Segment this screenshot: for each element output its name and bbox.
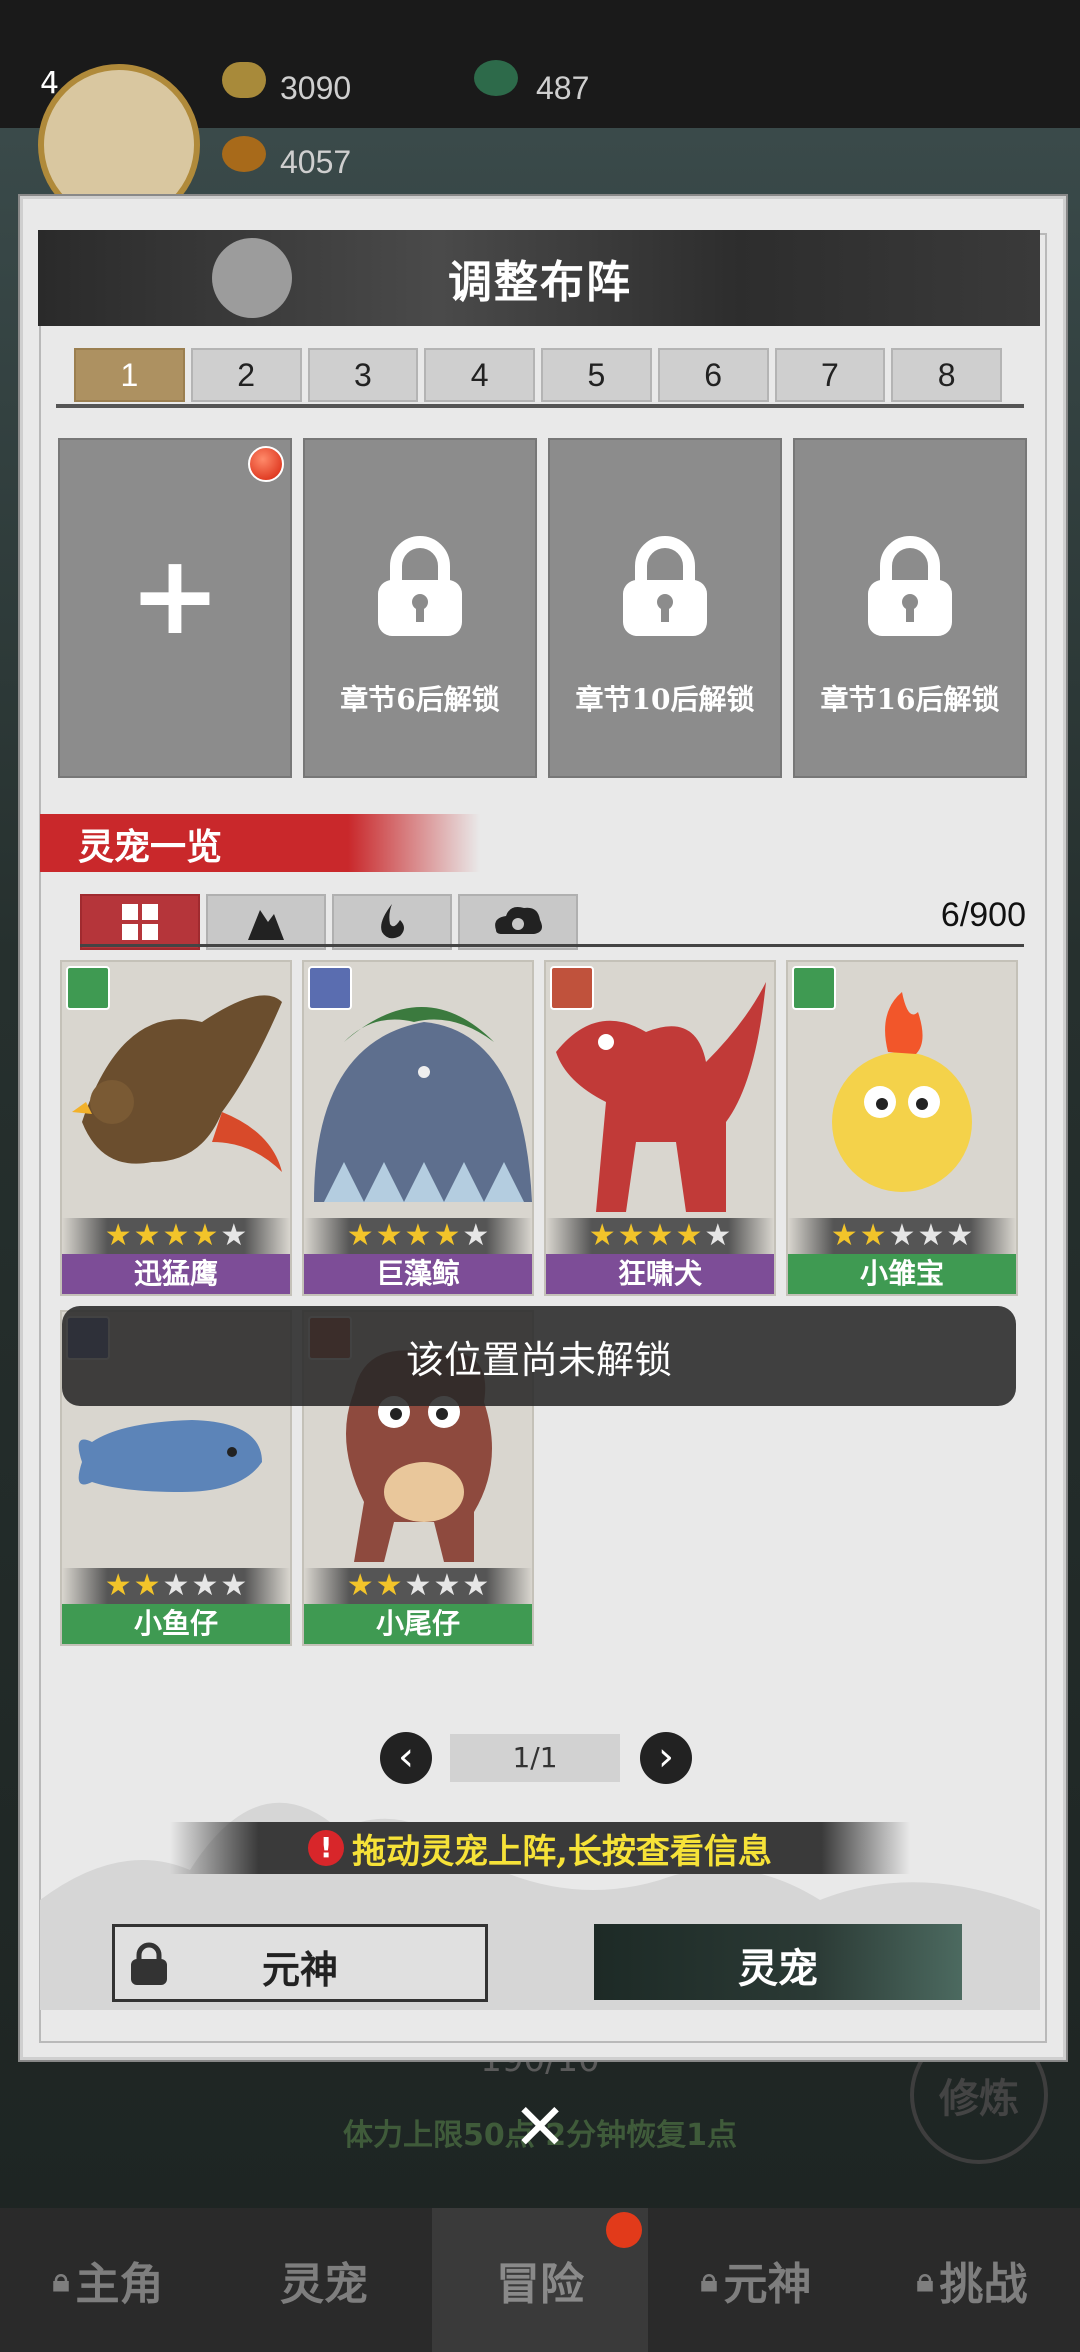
formation-tabs: 1 2 3 4 5 6 7 8 <box>74 348 1002 402</box>
star-rating: ★ ★ ★ ★ ★ <box>62 1218 290 1254</box>
bottom-nav: 🔒︎ 主角 灵宠 冒险 🔒︎ 元神 🔒︎ 挑战 <box>0 2208 1080 2352</box>
tab-5[interactable]: 5 <box>541 348 652 402</box>
player-level: 4 <box>40 66 60 101</box>
filter-wind[interactable] <box>458 894 578 950</box>
pet-name: 小鱼仔 <box>62 1604 290 1644</box>
lock-icon: 🔒︎ <box>916 2260 934 2299</box>
tab-6[interactable]: 6 <box>657 348 769 402</box>
pet-name: 小尾仔 <box>304 1604 532 1644</box>
notification-dot <box>248 446 284 482</box>
water-element-icon <box>381 904 404 939</box>
star-rating: ★ ★ ★ ★ ★ <box>62 1568 290 1604</box>
filter-all[interactable] <box>80 894 200 950</box>
formation-slot-locked[interactable]: 章节10后解锁 <box>548 438 782 778</box>
tab-1[interactable]: 1 <box>74 348 185 402</box>
exclamation-icon: ! <box>308 1830 345 1866</box>
dialog-title: 调整布阵 <box>448 257 632 308</box>
formation-slot-add[interactable]: + <box>58 438 292 778</box>
star-rating: ★ ★ ★ ★ ★ <box>546 1218 774 1254</box>
section-title: 灵宠一览 <box>78 826 223 868</box>
filter-divider <box>80 944 1024 947</box>
nav-hero-label: 主角 <box>75 2259 164 2310</box>
jade-icon <box>474 60 518 96</box>
train-label: 修炼 <box>939 2075 1019 2122</box>
formation-slot-locked[interactable]: 章节16后解锁 <box>793 438 1027 778</box>
tab-2[interactable]: 2 <box>190 348 302 402</box>
jade-amount: 487 <box>536 70 590 106</box>
wind-element-badge <box>66 966 110 1010</box>
formation-slot-locked[interactable]: 章节6后解锁 <box>303 438 537 778</box>
gold-amount: 3090 <box>280 70 352 106</box>
prev-page-icon[interactable]: ‹ <box>380 1732 432 1784</box>
slot-unlock-label: 章节16后解锁 <box>820 683 1000 716</box>
fire-element-badge <box>550 966 594 1010</box>
mountain-element-icon <box>248 910 284 940</box>
star-rating: ★ ★ ★ ★ ★ <box>788 1218 1016 1254</box>
lock-icon: 🔒︎ <box>700 2260 718 2299</box>
slot-unlock-label: 章节6后解锁 <box>340 683 500 716</box>
hint-banner: ! 拖动灵宠上阵,长按查看信息 <box>170 1822 910 1874</box>
tab-7[interactable]: 7 <box>774 348 886 402</box>
close-icon[interactable]: ✕ <box>512 2096 568 2160</box>
nav-challenge[interactable]: 🔒︎ 挑战 <box>864 2208 1080 2352</box>
nav-pet[interactable]: 灵宠 <box>216 2208 432 2352</box>
pet-name: 巨藻鲸 <box>304 1254 532 1294</box>
pet-count: 6/900 <box>940 896 1026 934</box>
tab-3[interactable]: 3 <box>307 348 419 402</box>
star-rating: ★ ★ ★ ★ ★ <box>304 1218 532 1254</box>
page-indicator: 1/1 <box>450 1734 620 1782</box>
pet-card[interactable]: ★ ★ ★ ★ ★ 迅猛鹰 <box>60 960 292 1296</box>
unlock-toast: 该位置尚未解锁 <box>62 1306 1016 1406</box>
gold-ingot-icon <box>222 62 266 98</box>
pet-name: 小雏宝 <box>788 1254 1016 1294</box>
pet-card[interactable]: ★ ★ ★ ★ ★ 小雏宝 <box>786 960 1018 1296</box>
pet-button-label: 灵宠 <box>738 1945 818 1992</box>
filter-earth[interactable] <box>206 894 326 950</box>
notification-dot <box>606 2212 642 2248</box>
nav-pet-label: 灵宠 <box>280 2259 368 2310</box>
plus-icon: + <box>128 531 222 659</box>
soul-button[interactable]: 元神 <box>112 1924 488 2002</box>
next-page-icon[interactable]: › <box>640 1732 692 1784</box>
padlock-icon <box>868 536 952 636</box>
nav-challenge-label: 挑战 <box>939 2259 1028 2310</box>
filter-water[interactable] <box>332 894 452 950</box>
tab-8[interactable]: 8 <box>891 348 1002 402</box>
fire-icon <box>222 136 266 172</box>
wind-element-badge <box>792 966 836 1010</box>
nav-soul-label: 元神 <box>723 2259 812 2310</box>
hint-text: 拖动灵宠上阵,长按查看信息 <box>352 1831 772 1872</box>
tab-divider <box>56 404 1024 408</box>
pet-card[interactable]: ★ ★ ★ ★ ★ 狂啸犬 <box>544 960 776 1296</box>
pet-card[interactable]: ★ ★ ★ ★ ★ 巨藻鲸 <box>302 960 534 1296</box>
fire-amount: 4057 <box>280 144 352 180</box>
pet-name: 迅猛鹰 <box>62 1254 290 1294</box>
soul-button-label: 元神 <box>261 1947 338 1992</box>
cloud-element-icon <box>495 907 542 934</box>
tab-4[interactable]: 4 <box>424 348 535 402</box>
lock-icon: 🔒︎ <box>52 2260 70 2299</box>
slot-unlock-label: 章节10后解锁 <box>575 683 755 716</box>
nav-adventure-label: 冒险 <box>496 2259 584 2310</box>
nav-soul[interactable]: 🔒︎ 元神 <box>648 2208 864 2352</box>
pet-button[interactable]: 灵宠 <box>594 1924 962 2000</box>
star-rating: ★ ★ ★ ★ ★ <box>304 1568 532 1604</box>
toast-text: 该位置尚未解锁 <box>405 1337 672 1382</box>
padlock-icon <box>378 536 462 636</box>
nav-hero[interactable]: 🔒︎ 主角 <box>0 2208 216 2352</box>
water-element-badge <box>308 966 352 1010</box>
padlock-icon <box>623 536 707 636</box>
pet-name: 狂啸犬 <box>546 1254 774 1294</box>
grid-icon <box>122 904 158 940</box>
